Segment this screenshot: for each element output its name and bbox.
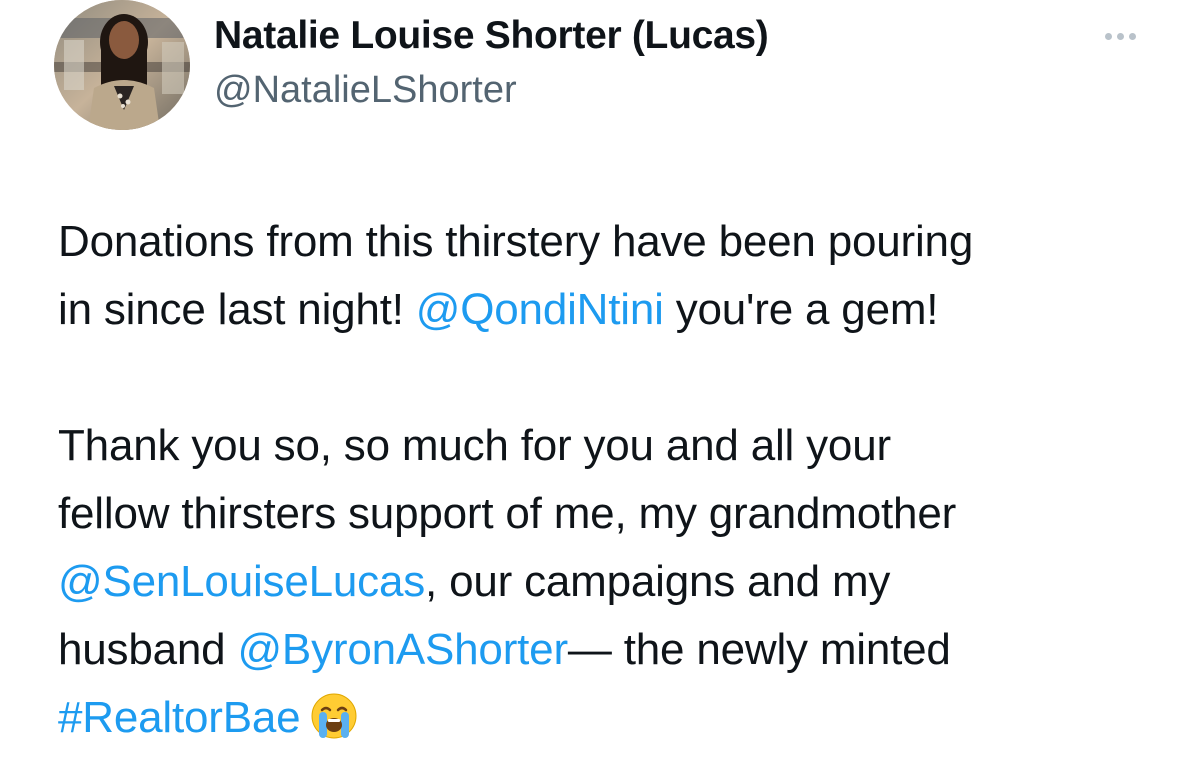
tweet-card: Natalie Louise Shorter (Lucas) @NatalieL… [0, 0, 1200, 768]
tweet-text-segment: — the newly minted [567, 625, 951, 674]
more-horizontal-icon-dot [1128, 32, 1136, 40]
tweet-text-segment: husband [58, 625, 238, 674]
mention-link[interactable]: @SenLouiseLucas [58, 557, 425, 606]
tweet-line: Thank you so, so much for you and all yo… [58, 412, 1178, 480]
tweet-line: #RealtorBae [58, 684, 1178, 752]
tweet-text-segment: Thank you so, so much for you and all yo… [58, 421, 891, 470]
tweet-line: in since last night! @QondiNtini you're … [58, 276, 1178, 344]
hashtag-link[interactable]: #RealtorBae [58, 693, 301, 742]
tweet-line: Donations from this thirstery have been … [58, 208, 1178, 276]
loudly-crying-face-emoji-icon [311, 693, 357, 739]
tweet-line: @SenLouiseLucas, our campaigns and my [58, 548, 1178, 616]
tweet-text: Donations from this thirstery have been … [58, 208, 1178, 752]
tweet-line: fellow thirsters support of me, my grand… [58, 480, 1178, 548]
tweet-text-segment: in since last night! [58, 285, 416, 334]
tweet-text-segment: , our campaigns and my [425, 557, 891, 606]
avatar[interactable] [54, 0, 190, 130]
mention-link[interactable]: @QondiNtini [416, 285, 664, 334]
avatar-photo [54, 0, 190, 130]
tweet-text-segment: fellow thirsters support of me, my grand… [58, 489, 957, 538]
mention-link[interactable]: @ByronAShorter [237, 625, 568, 674]
tweet-text-segment: you're a gem! [663, 285, 939, 334]
more-horizontal-icon [1104, 32, 1112, 40]
author-handle[interactable]: @NatalieLShorter [214, 69, 517, 112]
tweet-line: husband @ByronAShorter— the newly minted [58, 616, 1178, 684]
more-options-button[interactable] [1096, 20, 1144, 52]
more-horizontal-icon-dot [1116, 32, 1124, 40]
tweet-text-segment: Donations from this thirstery have been … [58, 217, 974, 266]
author-display-name[interactable]: Natalie Louise Shorter (Lucas) [214, 14, 769, 58]
